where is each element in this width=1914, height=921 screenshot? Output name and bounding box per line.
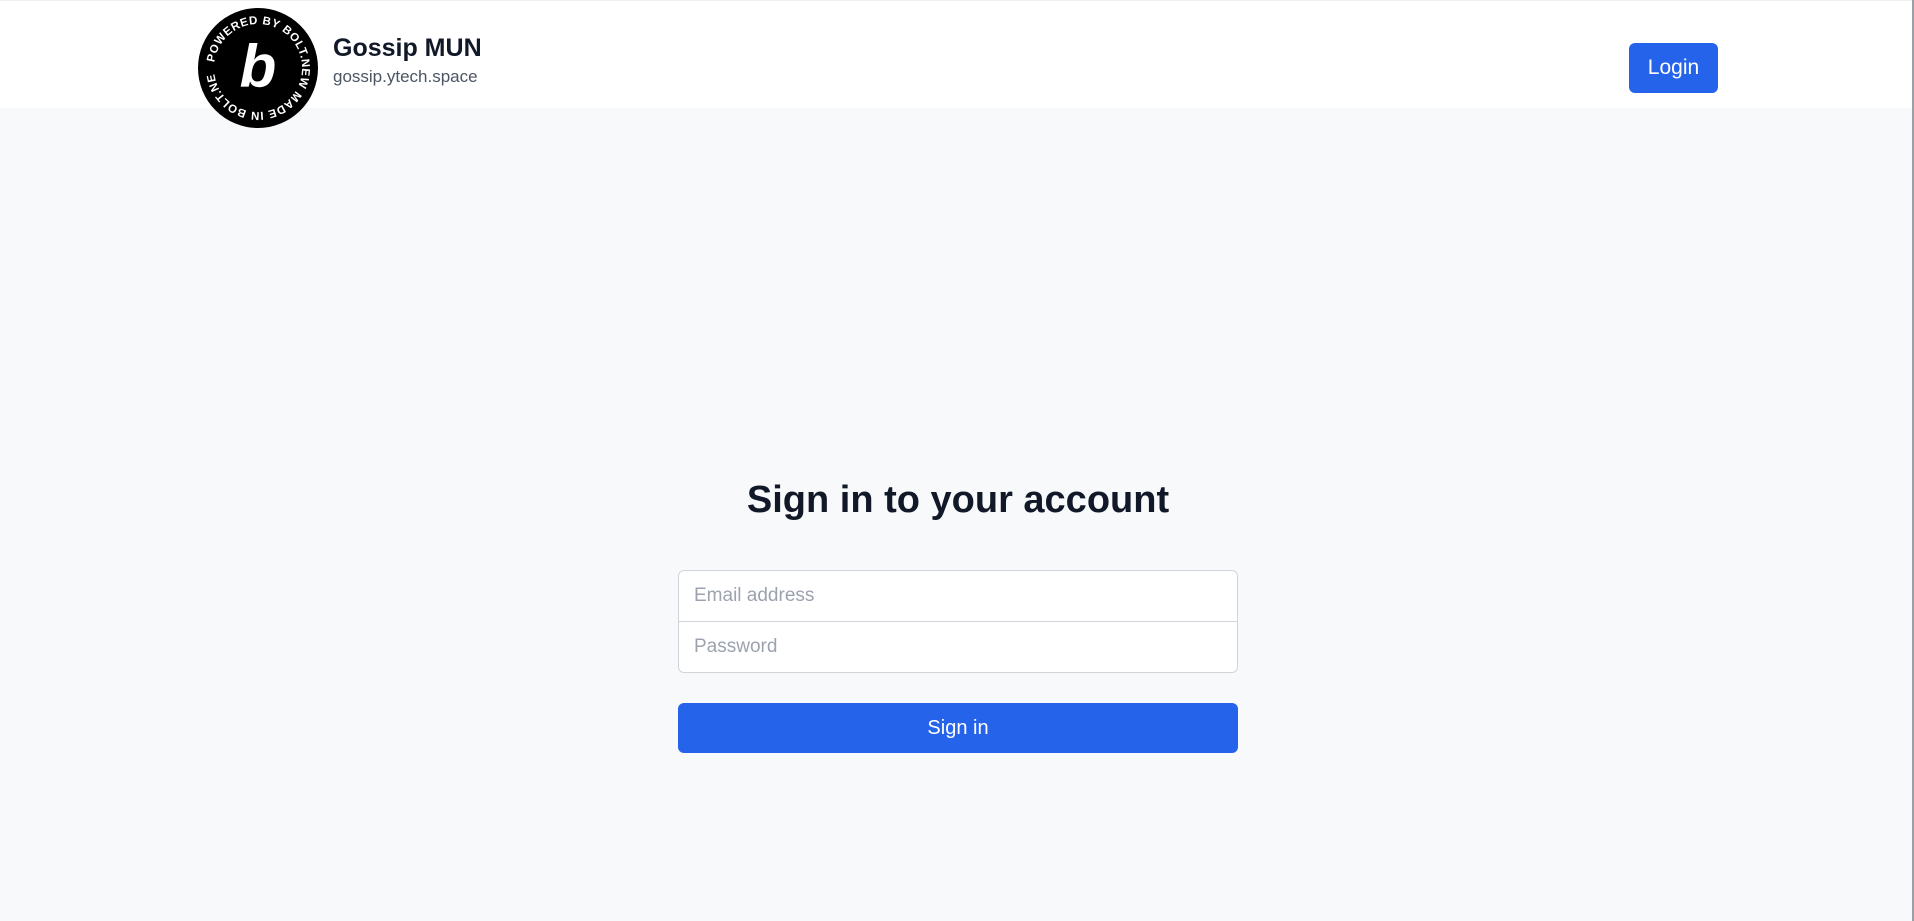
signin-form: Sign in to your account Sign in [678,470,1238,753]
top-nav-bar: POWERED BY BOLT.NEW MADE IN BOLT.NEW b G… [0,0,1912,128]
brand-text: Gossip MUN gossip.ytech.space [333,33,482,87]
sign-in-button[interactable]: Sign in [678,703,1238,753]
svg-text:b: b [240,33,277,100]
bolt-logo-icon: POWERED BY BOLT.NEW MADE IN BOLT.NEW b [191,0,318,128]
site-title: Gossip MUN [333,34,482,62]
page: POWERED BY BOLT.NEW MADE IN BOLT.NEW b G… [0,0,1914,921]
email-field[interactable] [678,570,1238,622]
bolt-badge-logo[interactable]: POWERED BY BOLT.NEW MADE IN BOLT.NEW b [191,0,319,129]
login-button[interactable]: Login [1629,43,1718,93]
brand[interactable]: POWERED BY BOLT.NEW MADE IN BOLT.NEW b G… [191,0,482,129]
password-field[interactable] [678,621,1238,673]
signin-heading: Sign in to your account [746,479,1170,521]
site-subtitle: gossip.ytech.space [333,67,478,86]
